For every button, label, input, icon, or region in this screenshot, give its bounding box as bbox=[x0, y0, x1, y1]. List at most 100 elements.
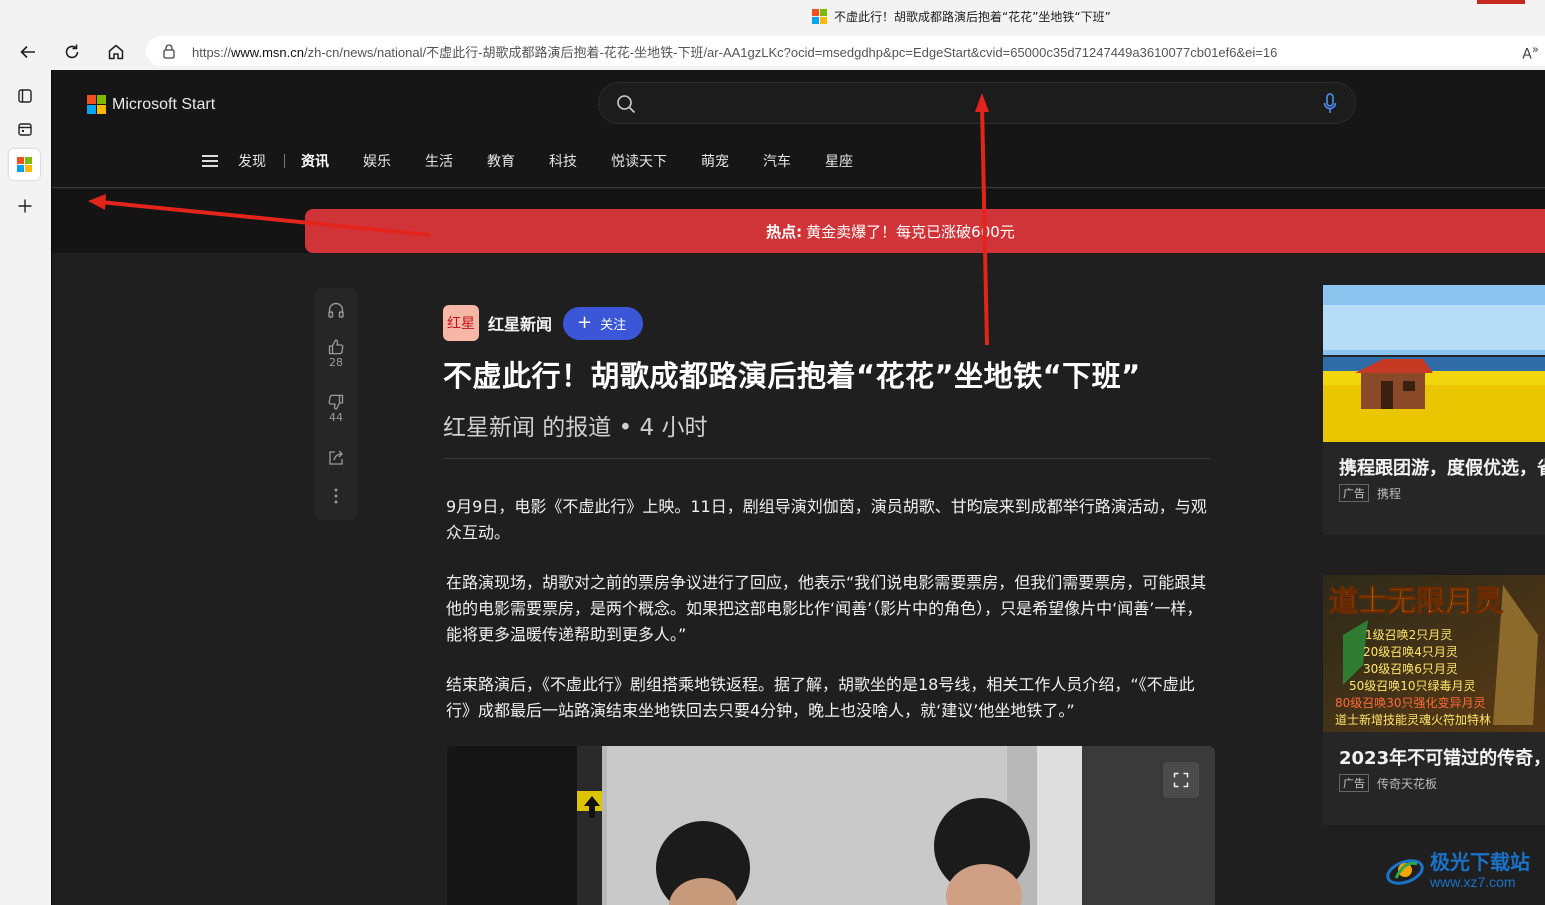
ad-image bbox=[1323, 285, 1545, 442]
plus-icon: + bbox=[577, 312, 593, 333]
ad-title: 携程跟团游，度假优选，省 bbox=[1339, 458, 1545, 478]
msn-favicon-icon bbox=[812, 9, 827, 24]
search-icon bbox=[617, 95, 636, 114]
tab-actions-icon bbox=[17, 88, 32, 103]
tab-actions-button[interactable] bbox=[9, 80, 40, 111]
nav-item-discover[interactable]: 发现 bbox=[238, 151, 266, 171]
url-prefix: https:// bbox=[192, 44, 232, 60]
watermark-text: 极光下载站 bbox=[1430, 849, 1530, 874]
browser-toolbar: https://www.msn.cn/zh-cn/news/national/不… bbox=[0, 34, 1545, 70]
more-options-button[interactable] bbox=[314, 487, 358, 505]
ad-meta: 广告 传奇天花板 bbox=[1323, 768, 1545, 792]
hot-topic-text: 黄金卖爆了！每克已涨破600元 bbox=[806, 222, 1015, 241]
nav-item-reading[interactable]: 悦读天下 bbox=[611, 151, 667, 171]
article-paragraph: 在路演现场，胡歌对之前的票房争议进行了回应，他表示“我们说电影需要票房，但我们需… bbox=[446, 573, 1207, 644]
hot-topic-prefix: 热点: bbox=[766, 222, 803, 241]
dislike-button[interactable]: 44 bbox=[314, 393, 358, 424]
ad-card[interactable]: 道士无限月灵 1级召唤2只月灵 20级召唤4只月灵 30级召唤6只月灵 50级召… bbox=[1323, 575, 1545, 825]
expand-image-button[interactable] bbox=[1163, 762, 1199, 798]
watermark-url: www.xz7.com bbox=[1430, 873, 1516, 890]
nav-item-entertainment[interactable]: 娱乐 bbox=[363, 151, 391, 171]
ad-image-line: 1级召唤2只月灵 bbox=[1365, 628, 1452, 642]
refresh-button[interactable] bbox=[57, 37, 87, 67]
read-aloud-suffix: » bbox=[1531, 42, 1539, 56]
back-button[interactable] bbox=[13, 37, 43, 67]
hamburger-menu-icon[interactable] bbox=[202, 155, 218, 167]
read-aloud-button[interactable]: A» bbox=[1522, 42, 1539, 63]
article-source: 红星 红星新闻 + 关注 bbox=[443, 305, 644, 341]
ad-image-line: 20级召唤4只月灵 bbox=[1363, 645, 1458, 659]
fullscreen-icon bbox=[1173, 772, 1189, 788]
ad-image-line: 80级召唤30只强化变异月灵 bbox=[1335, 695, 1486, 710]
listen-button[interactable] bbox=[314, 301, 358, 319]
site-watermark: 极光下载站 www.xz7.com bbox=[1384, 850, 1530, 890]
ad-card[interactable]: 携程跟团游，度假优选，省 广告 携程 bbox=[1323, 285, 1545, 535]
ad-image-line: 50级召唤10只绿毒月灵 bbox=[1349, 678, 1476, 693]
nav-divider bbox=[284, 154, 285, 168]
vertical-tab-sidebar bbox=[0, 70, 50, 905]
follow-label: 关注 bbox=[600, 317, 627, 333]
home-icon bbox=[108, 44, 124, 60]
microsoft-logo-icon bbox=[87, 95, 106, 114]
ad-advertiser: 传奇天花板 bbox=[1377, 776, 1438, 791]
ad-image-title: 道士无限月灵 bbox=[1329, 584, 1503, 618]
article-paragraph: 结束路演后，《不虚此行》剧组搭乘地铁返程。据了解，胡歌坐的是18号线，相关工作人… bbox=[446, 675, 1195, 720]
nav-item-horoscope[interactable]: 星座 bbox=[825, 151, 853, 171]
microphone-icon[interactable] bbox=[1323, 93, 1337, 115]
microsoft-start-logo[interactable]: Microsoft Start bbox=[87, 95, 215, 114]
article-action-rail: 28 44 bbox=[314, 288, 358, 520]
lock-icon[interactable] bbox=[162, 43, 176, 59]
thumbs-up-icon bbox=[328, 339, 344, 355]
ad-image: 道士无限月灵 1级召唤2只月灵 20级召唤4只月灵 30级召唤6只月灵 50级召… bbox=[1323, 575, 1545, 732]
share-button[interactable] bbox=[314, 449, 358, 467]
microsoft-start-icon bbox=[17, 157, 32, 172]
ad-tag: 广告 bbox=[1339, 484, 1369, 502]
window-title-bar: 不虚此行！胡歌成都路演后抱着“花花”坐地铁“下班” bbox=[0, 0, 1545, 34]
page-viewport: Microsoft Start 发现 资讯 娱乐 生活 教育 科技 悦读天下 萌… bbox=[51, 70, 1545, 905]
category-nav: 发现 资讯 娱乐 生活 教育 科技 悦读天下 萌宠 汽车 星座 bbox=[202, 150, 887, 172]
msn-tab[interactable] bbox=[9, 149, 40, 180]
share-icon bbox=[329, 450, 343, 465]
dislike-count: 44 bbox=[329, 411, 343, 424]
ad-title: 2023年不可错过的传奇， bbox=[1339, 748, 1545, 768]
read-aloud-icon: A bbox=[1522, 46, 1532, 63]
window-title-text: 不虚此行！胡歌成都路演后抱着“花花”坐地铁“下班” bbox=[834, 10, 1111, 24]
url-domain: www.msn.cn bbox=[231, 44, 304, 60]
more-vertical-icon bbox=[334, 488, 338, 504]
like-button[interactable]: 28 bbox=[314, 338, 358, 369]
collections-icon bbox=[17, 122, 32, 136]
follow-button[interactable]: + 关注 bbox=[563, 306, 644, 340]
back-arrow-icon bbox=[20, 45, 35, 59]
nav-item-life[interactable]: 生活 bbox=[425, 151, 453, 171]
nav-item-autos[interactable]: 汽车 bbox=[763, 151, 791, 171]
site-header: Microsoft Start 发现 资讯 娱乐 生活 教育 科技 悦读天下 萌… bbox=[52, 70, 1545, 188]
ad-tag: 广告 bbox=[1339, 774, 1369, 792]
hot-topic-banner[interactable]: 热点: 黄金卖爆了！每克已涨破600元 bbox=[305, 209, 1545, 253]
close-window-button[interactable] bbox=[1477, 0, 1525, 4]
ad-image-line: 30级召唤6只月灵 bbox=[1363, 662, 1458, 676]
like-count: 28 bbox=[329, 356, 343, 369]
article-paragraph: 9月9日，电影《不虚此行》上映。11日，剧组导演刘伽茵，演员胡歌、甘昀宸来到成都… bbox=[446, 497, 1207, 542]
url-text[interactable]: https://www.msn.cn/zh-cn/news/national/不… bbox=[192, 42, 1512, 61]
article-photo[interactable] bbox=[447, 746, 1215, 905]
url-path: /zh-cn/news/national/不虚此行-胡歌成都路演后抱着-花花-坐… bbox=[304, 44, 1278, 60]
article-byline: 红星新闻 的报道 • 4 小时 bbox=[443, 415, 708, 441]
nav-item-technology[interactable]: 科技 bbox=[549, 151, 577, 171]
source-name[interactable]: 红星新闻 bbox=[488, 311, 552, 335]
headphones-icon bbox=[328, 302, 344, 318]
home-button[interactable] bbox=[101, 37, 131, 67]
watermark-logo-icon bbox=[1386, 859, 1424, 885]
address-bar[interactable]: https://www.msn.cn/zh-cn/news/national/不… bbox=[146, 36, 1545, 66]
article-headline: 不虚此行！胡歌成都路演后抱着“花花”坐地铁“下班” bbox=[443, 359, 1141, 393]
article-photo-image bbox=[447, 746, 1215, 905]
search-input[interactable] bbox=[598, 82, 1356, 124]
new-tab-button[interactable] bbox=[9, 190, 40, 221]
nav-item-news[interactable]: 资讯 bbox=[301, 151, 329, 171]
brand-name: Microsoft Start bbox=[112, 95, 216, 113]
thumbs-down-icon bbox=[328, 394, 344, 410]
tab-collections-button[interactable] bbox=[9, 113, 40, 144]
nav-item-education[interactable]: 教育 bbox=[487, 151, 515, 171]
nav-item-pets[interactable]: 萌宠 bbox=[701, 151, 729, 171]
ad-advertiser: 携程 bbox=[1377, 486, 1402, 501]
source-logo[interactable]: 红星 bbox=[443, 305, 479, 341]
